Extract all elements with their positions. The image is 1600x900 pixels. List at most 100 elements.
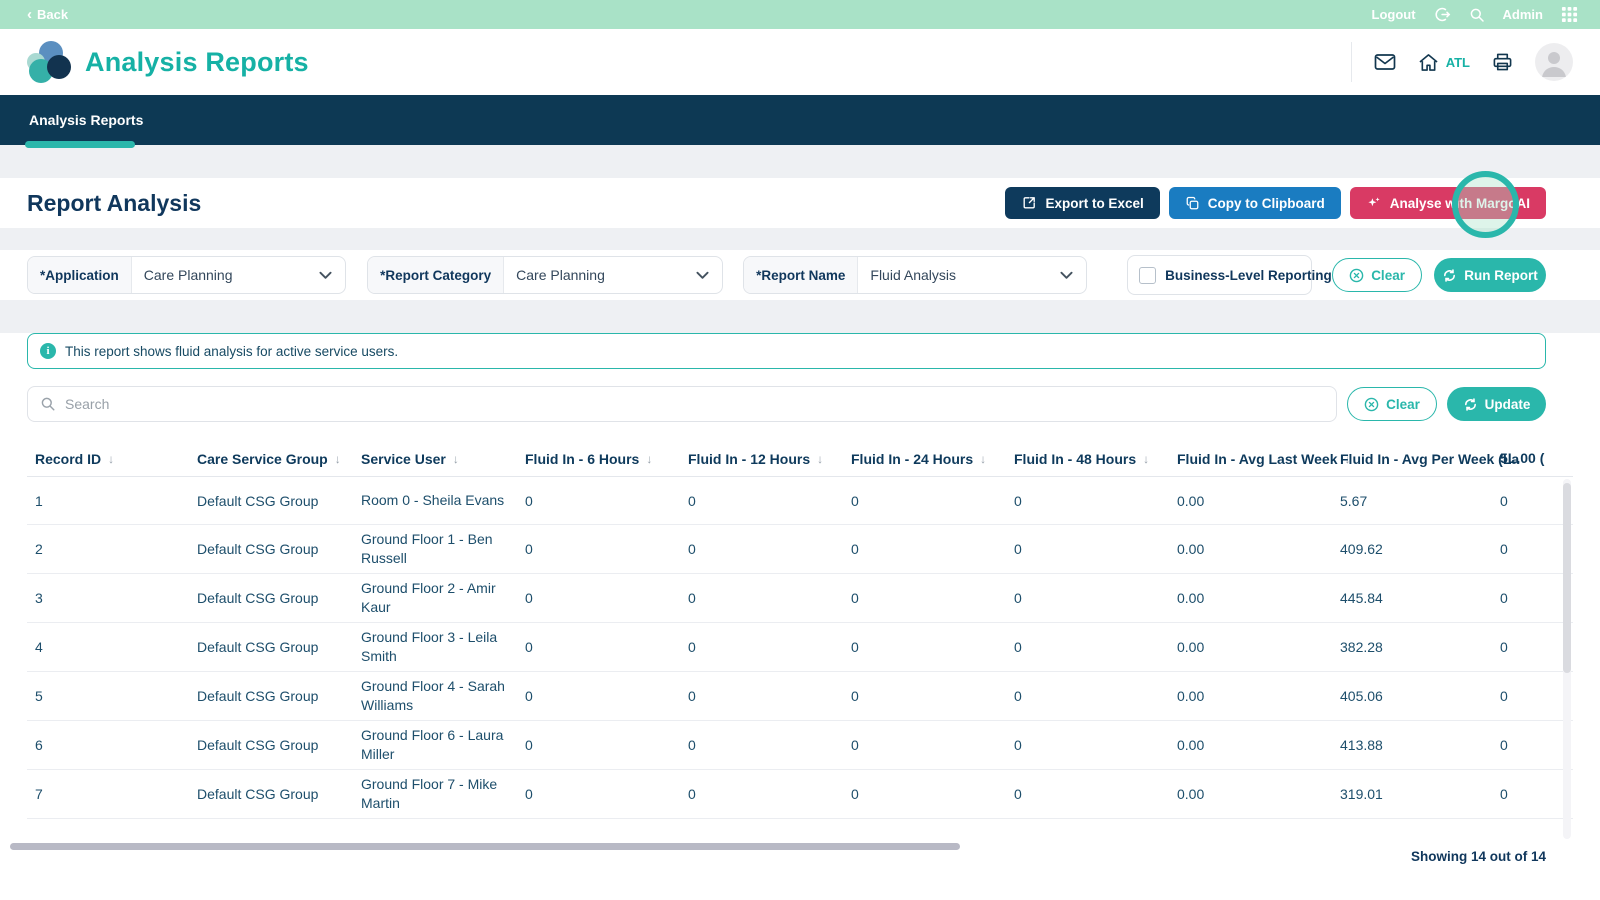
header-cell[interactable]: Care Service Group↓ xyxy=(189,446,353,472)
vertical-scrollbar[interactable] xyxy=(1563,479,1571,839)
header-cell[interactable]: Fluid In - 48 Hours↓ xyxy=(1006,446,1169,472)
table-cell: 0.00 xyxy=(1169,683,1332,709)
search-icon xyxy=(40,396,56,412)
admin-menu[interactable]: Admin xyxy=(1503,7,1543,22)
table-cell: 0 xyxy=(843,732,1006,758)
table-row[interactable]: 2Default CSG GroupGround Floor 1 - Ben R… xyxy=(27,525,1573,574)
report-content: i This report shows fluid analysis for a… xyxy=(0,333,1600,900)
table-row[interactable]: 4Default CSG GroupGround Floor 3 - Leila… xyxy=(27,623,1573,672)
table-cell: 0 xyxy=(680,634,843,660)
logout-button[interactable]: Logout xyxy=(1372,7,1416,22)
table-cell: 0 xyxy=(517,585,680,611)
header-label: Record ID xyxy=(35,451,101,467)
header-cell[interactable]: Record ID↓ xyxy=(27,446,189,472)
search-clear-button[interactable]: Clear xyxy=(1347,387,1437,421)
table-cell: 0 xyxy=(843,585,1006,611)
table-cell: 0 xyxy=(1006,683,1169,709)
report-table-body: 1Default CSG GroupRoom 0 - Sheila Evans0… xyxy=(27,477,1573,819)
header-cell[interactable]: Fluid In - Avg Last Week↓ xyxy=(1169,446,1332,472)
export-to-excel-button[interactable]: Export to Excel xyxy=(1005,187,1159,219)
table-cell: 2 xyxy=(27,536,189,562)
table-cell: 1 xyxy=(27,488,189,514)
tab-label: Analysis Reports xyxy=(29,112,143,128)
chevron-down-icon xyxy=(313,257,345,293)
table-cell: 413.88 xyxy=(1332,732,1492,758)
table-row[interactable]: 3Default CSG GroupGround Floor 2 - Amir … xyxy=(27,574,1573,623)
header-cell[interactable]: Fluid In - 6 Hours↓ xyxy=(517,446,680,472)
table-cell: Default CSG Group xyxy=(189,536,353,562)
back-label: Back xyxy=(37,7,68,22)
search-icon[interactable] xyxy=(1469,7,1485,23)
update-button[interactable]: Update xyxy=(1447,387,1546,421)
search-input[interactable] xyxy=(65,396,1324,412)
application-select[interactable]: *Application Care Planning xyxy=(27,256,346,294)
table-cell: 0 xyxy=(843,683,1006,709)
sort-arrow-icon: ↓ xyxy=(1143,452,1149,466)
horizontal-scrollbar-thumb[interactable] xyxy=(10,843,960,850)
table-cell: 0 xyxy=(1492,536,1573,562)
search-clear-label: Clear xyxy=(1386,397,1420,412)
business-level-reporting-checkbox[interactable] xyxy=(1139,267,1156,284)
table-cell: Ground Floor 1 - Ben Russell xyxy=(353,525,517,573)
table-cell: 0 xyxy=(1006,732,1169,758)
location-code[interactable]: ATL xyxy=(1446,55,1470,70)
table-cell: 0 xyxy=(1006,488,1169,514)
table-cell: Default CSG Group xyxy=(189,585,353,611)
table-cell: 0 xyxy=(517,732,680,758)
table-cell: Default CSG Group xyxy=(189,732,353,758)
analyse-with-margoai-button[interactable]: Analyse with MargoAI xyxy=(1350,187,1546,219)
filters-clear-button[interactable]: Clear xyxy=(1332,258,1422,292)
header-cell[interactable]: Service User ↓ xyxy=(353,446,517,472)
table-cell: 0 xyxy=(1006,536,1169,562)
table-cell: 0 xyxy=(1492,585,1573,611)
print-icon[interactable] xyxy=(1492,52,1513,72)
page-title: Report Analysis xyxy=(27,190,201,217)
report-name-value: Fluid Analysis xyxy=(858,257,1054,293)
table-row[interactable]: 6Default CSG GroupGround Floor 6 - Laura… xyxy=(27,721,1573,770)
table-cell: 319.01 xyxy=(1332,781,1492,807)
vertical-scrollbar-thumb[interactable] xyxy=(1563,483,1571,673)
table-row[interactable]: 7Default CSG GroupGround Floor 7 - Mike … xyxy=(27,770,1573,819)
filters-clear-label: Clear xyxy=(1371,268,1405,283)
table-cell: Ground Floor 4 - Sarah Williams xyxy=(353,672,517,720)
home-icon[interactable] xyxy=(1418,53,1439,72)
sort-arrow-icon: ↓ xyxy=(335,452,341,466)
report-name-select[interactable]: *Report Name Fluid Analysis xyxy=(743,256,1087,294)
header-cell[interactable]: Fluid In - 12 Hours↓ xyxy=(680,446,843,472)
clear-circle-x-icon xyxy=(1349,268,1364,283)
logout-icon[interactable] xyxy=(1434,6,1451,23)
table-cell: 5.67 xyxy=(1332,488,1492,514)
showing-count: Showing 14 out of 14 xyxy=(1411,849,1546,864)
refresh-icon xyxy=(1463,397,1478,412)
table-cell: 6 xyxy=(27,732,189,758)
app-title: Analysis Reports xyxy=(85,47,309,78)
table-cell: 7 xyxy=(27,781,189,807)
user-avatar[interactable] xyxy=(1535,43,1573,81)
table-cell: 0.00 xyxy=(1169,585,1332,611)
sort-arrow-icon: ↓ xyxy=(453,452,459,466)
report-category-label: *Report Category xyxy=(368,257,504,293)
table-cell: 0 xyxy=(680,536,843,562)
copy-label: Copy to Clipboard xyxy=(1208,196,1325,211)
header-label: Service User xyxy=(361,451,446,467)
table-cell: Default CSG Group xyxy=(189,634,353,660)
report-category-select[interactable]: *Report Category Care Planning xyxy=(367,256,723,294)
table-cell: 0 xyxy=(517,536,680,562)
header-cell[interactable]: Fluid In - 24 Hours↓ xyxy=(843,446,1006,472)
back-button[interactable]: ‹ Back xyxy=(27,7,68,22)
header-cell[interactable]: Fluid In - Avg Per Week (La xyxy=(1332,446,1492,472)
back-chevron-icon: ‹ xyxy=(27,7,32,22)
chevron-down-icon xyxy=(690,257,722,293)
mail-icon[interactable] xyxy=(1374,53,1396,71)
table-cell: 0 xyxy=(1006,781,1169,807)
table-cell: 5 xyxy=(27,683,189,709)
run-report-button[interactable]: Run Report xyxy=(1434,258,1546,292)
table-cell: 0 xyxy=(517,781,680,807)
table-row[interactable]: 5Default CSG GroupGround Floor 4 - Sarah… xyxy=(27,672,1573,721)
apps-grid-icon[interactable] xyxy=(1561,6,1578,23)
copy-to-clipboard-button[interactable]: Copy to Clipboard xyxy=(1169,187,1341,219)
search-box xyxy=(27,386,1337,422)
table-row[interactable]: 1Default CSG GroupRoom 0 - Sheila Evans0… xyxy=(27,477,1573,525)
table-cell: 0.00 xyxy=(1169,536,1332,562)
tab-analysis-reports[interactable]: Analysis Reports xyxy=(27,95,145,145)
